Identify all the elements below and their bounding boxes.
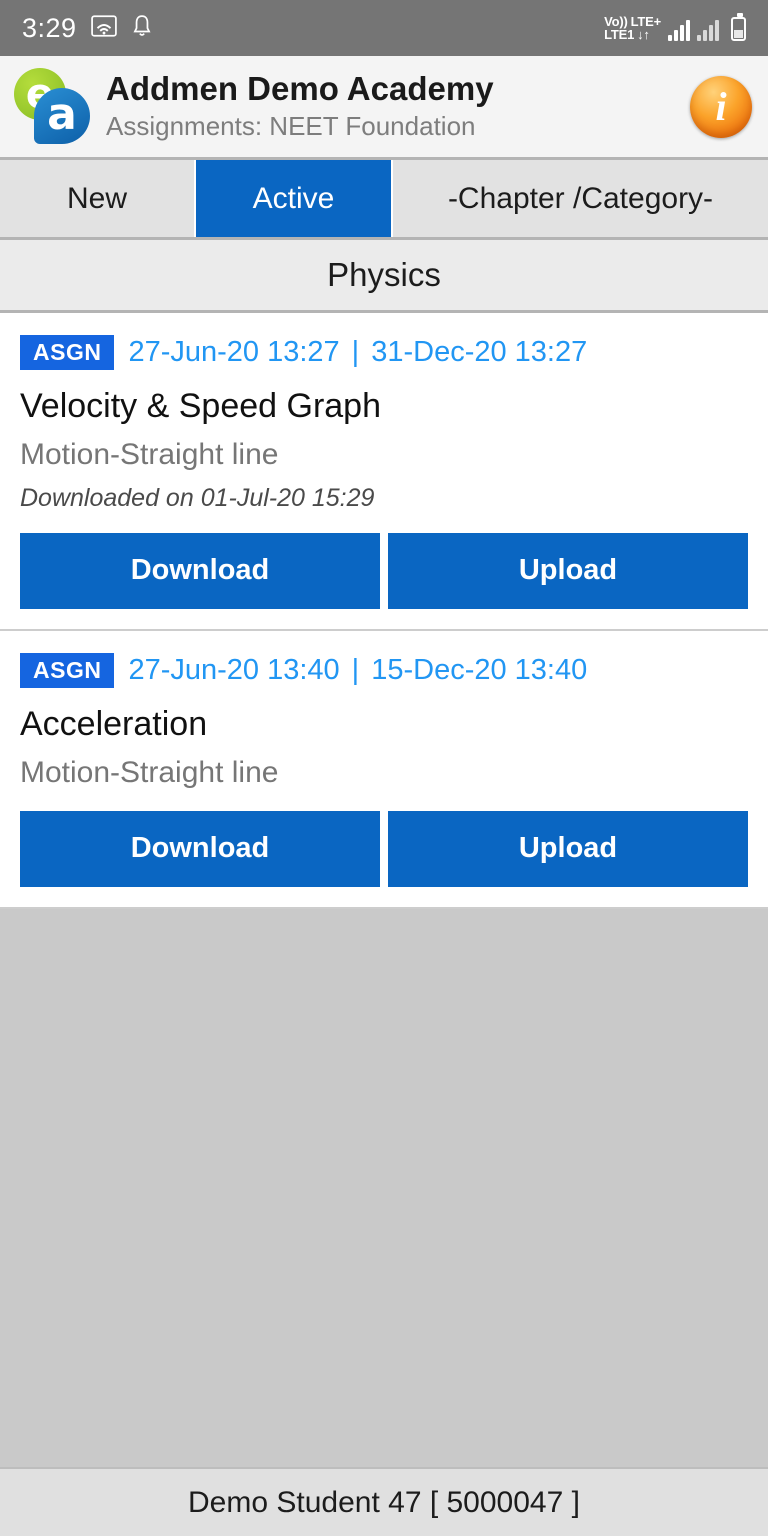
assignment-dates: 27-Jun-20 13:40 | 15-Dec-20 13:40 [128, 654, 587, 687]
tab-active[interactable]: Active [196, 160, 393, 237]
app-logo-icon: e a [12, 66, 92, 148]
assignment-card[interactable]: ASGN 27-Jun-20 13:27 | 31-Dec-20 13:27 Vel… [0, 313, 768, 631]
assignment-title: Velocity & Speed Graph [20, 387, 382, 425]
volte-label-bottom: LTE1 [604, 27, 635, 42]
assignment-list: ASGN 27-Jun-20 13:27 | 31-Dec-20 13:27 Vel… [0, 313, 768, 909]
tab-bar: New Active -Chapter /Category- [0, 160, 768, 240]
upload-button[interactable]: Upload [388, 532, 748, 609]
assignment-chapter: Motion-Straight line [20, 755, 279, 789]
bell-icon [131, 14, 153, 43]
assignment-actions: Download Upload [20, 532, 748, 609]
assignment-title: Acceleration [20, 704, 208, 743]
status-bar-right: Vo)) LTE+ LTE1 ↓↑ [604, 13, 746, 41]
tab-new[interactable]: New [0, 160, 196, 237]
data-transfer-arrows-icon: ↓↑ [637, 27, 650, 42]
download-button[interactable]: Download [20, 532, 380, 609]
status-bar: 3:29 Vo)) LTE+ LTE1 ↓↑ [0, 0, 768, 56]
date-separator: | [351, 653, 360, 686]
assignment-end-date: 15-Dec-20 13:40 [371, 653, 588, 686]
wifi-icon [90, 14, 117, 42]
status-badge: ASGN [20, 652, 115, 688]
tab-chapter-category[interactable]: -Chapter /Category- [393, 160, 768, 237]
assignment-end-date: 31-Dec-20 13:27 [371, 336, 588, 368]
assignment-actions: Download Upload [20, 810, 748, 887]
assignment-card[interactable]: ASGN 27-Jun-20 13:40 | 15-Dec-20 13:40 Acc… [0, 630, 768, 909]
status-bar-left: 3:29 [22, 13, 153, 44]
signal-strength-sim1-icon [668, 19, 690, 41]
status-badge: ASGN [20, 335, 115, 370]
status-clock: 3:29 [22, 12, 77, 43]
app-header: e a Addmen Demo Academy Assignments: NEE… [0, 56, 768, 160]
download-button[interactable]: Download [20, 810, 380, 887]
assignment-download-note: Downloaded on 01-Jul-20 15:29 [20, 483, 375, 512]
assignment-start-date: 27-Jun-20 13:40 [128, 653, 340, 686]
assignment-meta: ASGN 27-Jun-20 13:27 | 31-Dec-20 13:27 [20, 335, 748, 370]
header-titles: Addmen Demo Academy Assignments: NEET Fo… [106, 70, 690, 142]
upload-button[interactable]: Upload [388, 810, 748, 887]
info-icon[interactable]: i [690, 75, 752, 138]
date-separator: | [351, 336, 360, 368]
app-screen: 3:29 Vo)) LTE+ LTE1 ↓↑ e a Addmen Demo A… [0, 0, 768, 1536]
page-title: Addmen Demo Academy [106, 70, 494, 108]
empty-list-area [0, 908, 768, 1467]
footer-student-info: Demo Student 47 [ 5000047 ] [0, 1467, 768, 1536]
assignment-chapter: Motion-Straight line [20, 437, 279, 471]
section-header-physics: Physics [0, 240, 768, 313]
volte-indicator: Vo)) LTE+ LTE1 ↓↑ [604, 15, 661, 41]
battery-icon [731, 13, 746, 41]
signal-strength-sim2-icon [697, 19, 719, 41]
assignment-start-date: 27-Jun-20 13:27 [128, 336, 340, 368]
assignment-meta: ASGN 27-Jun-20 13:40 | 15-Dec-20 13:40 [20, 652, 748, 688]
assignment-dates: 27-Jun-20 13:27 | 31-Dec-20 13:27 [128, 336, 587, 369]
page-subtitle: Assignments: NEET Foundation [106, 111, 476, 142]
logo-letter-a: a [34, 87, 90, 144]
